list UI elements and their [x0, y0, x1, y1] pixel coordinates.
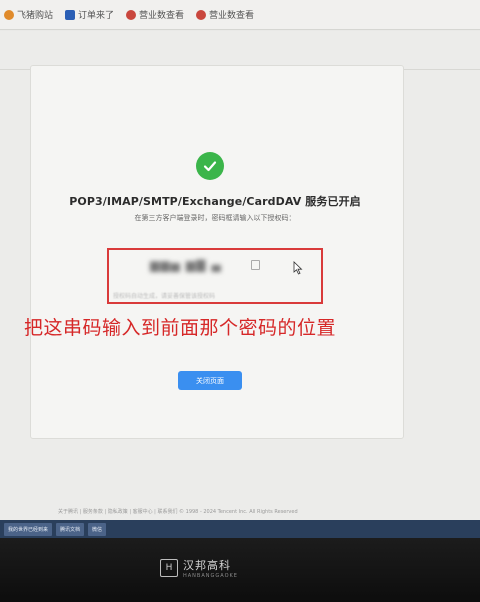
- brand-name: 汉邦高科: [183, 559, 231, 572]
- brand-subtitle: HANBANGGAOKE: [183, 573, 238, 579]
- blue-square-icon: [65, 9, 76, 20]
- red-circle-icon: [196, 9, 207, 20]
- page-footer: 关于腾讯 | 服务条款 | 隐私政策 | 客服中心 | 联系我们 © 1998 …: [58, 509, 298, 515]
- bookmark-label: 营业数查看: [209, 11, 255, 21]
- bookmark-label: 飞猪购站: [17, 11, 54, 21]
- monitor-brand: H 汉邦高科 HANBANGGAOKE: [160, 554, 320, 582]
- red-circle-icon: [126, 9, 137, 20]
- dialog-title: POP3/IMAP/SMTP/Exchange/CardDAV 服务已开启: [69, 195, 361, 208]
- taskbar-item[interactable]: 腾讯文档: [56, 522, 85, 536]
- bookmark-item[interactable]: 飞猪购站: [4, 8, 53, 21]
- dialog-subtitle: 在第三方客户端登录时，密码框请输入以下授权码：: [134, 214, 296, 222]
- auth-code-hint: 授权码自动生成，请妥善保管该授权码: [113, 293, 216, 300]
- bookmarks-bar: 飞猪购站 订单来了 营业数查看 营业数查看: [0, 0, 480, 30]
- orange-circle-icon: [4, 9, 14, 20]
- annotation-text: 把这串码输入到前面那个密码的位置: [24, 317, 337, 339]
- bookmark-label: 订单来了: [78, 11, 115, 21]
- copy-icon[interactable]: [251, 260, 260, 270]
- bookmark-item[interactable]: 营业数查看: [126, 8, 184, 21]
- taskbar: 我的世界已经到来 腾讯文档 微信: [0, 520, 480, 538]
- auth-code[interactable]: ▆▆▅ ▆▇ ▄: [150, 258, 250, 272]
- bookmark-item[interactable]: 订单来了: [65, 8, 114, 21]
- brand-logo-icon: H: [160, 559, 178, 577]
- bookmark-item[interactable]: 营业数查看: [196, 8, 254, 21]
- mouse-cursor-icon: [293, 261, 303, 275]
- taskbar-item[interactable]: 微信: [88, 522, 107, 536]
- close-page-button[interactable]: 关闭页面: [178, 371, 242, 390]
- bookmark-label: 营业数查看: [139, 11, 185, 21]
- taskbar-item[interactable]: 我的世界已经到来: [4, 522, 53, 536]
- success-check-icon: [196, 152, 224, 180]
